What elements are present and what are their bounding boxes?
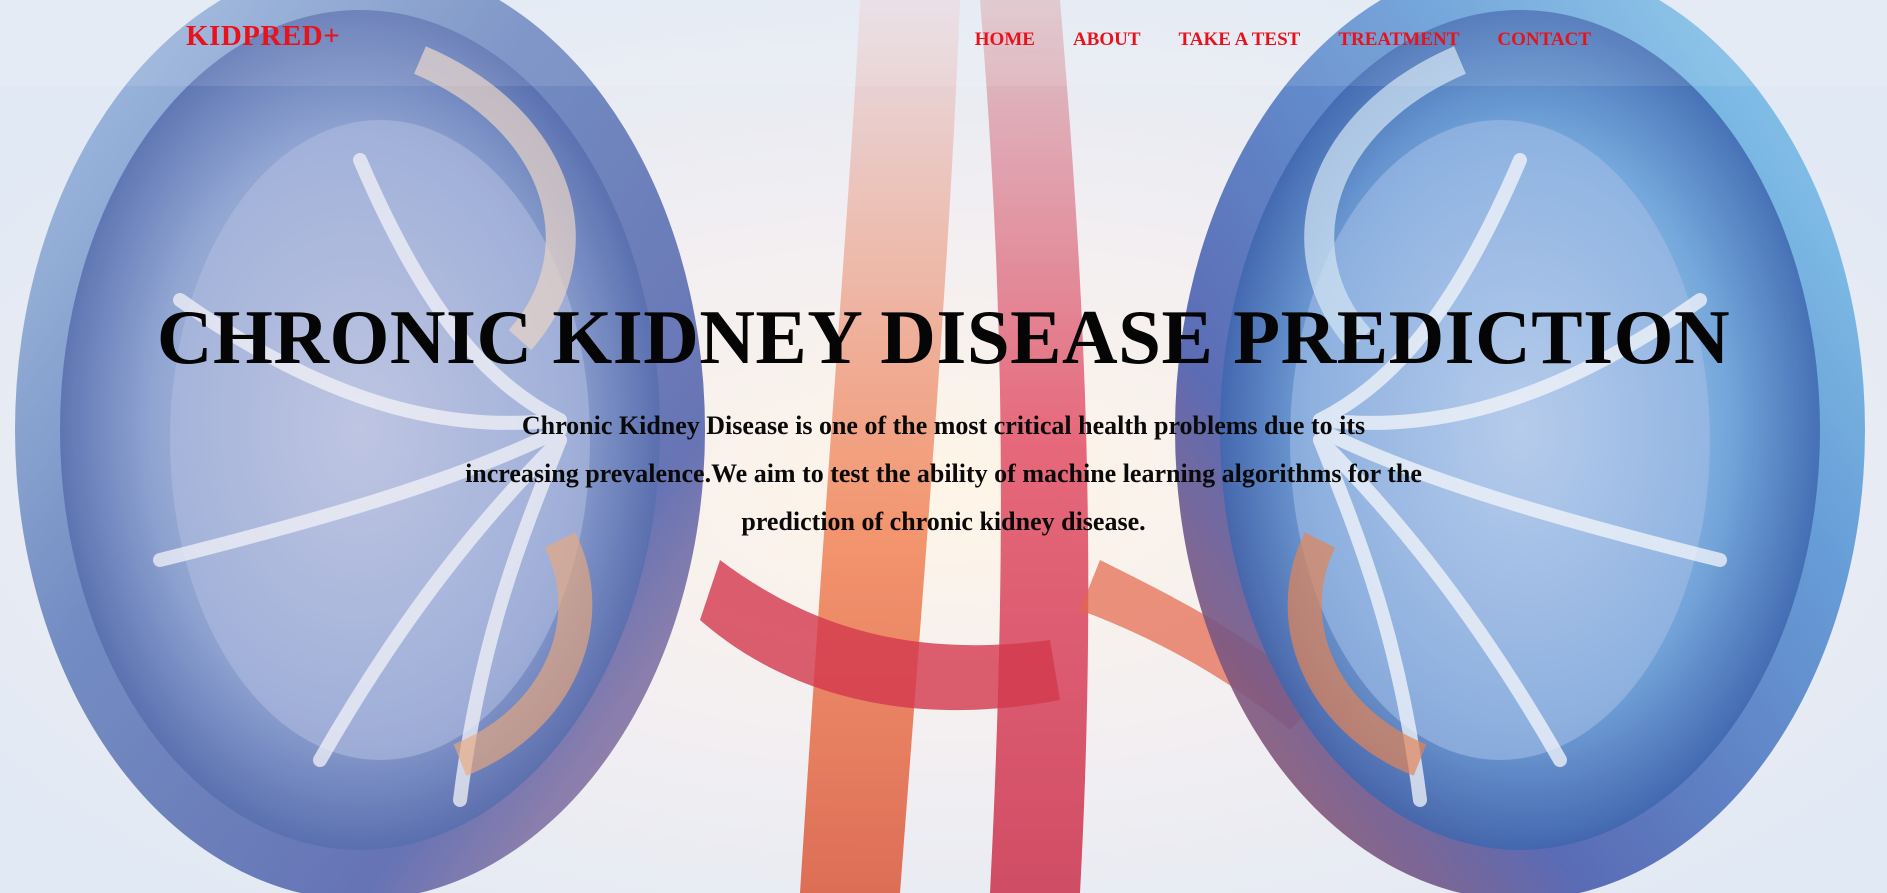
nav-links: HOME ABOUT TAKE A TEST TREATMENT CONTACT [975, 29, 1591, 51]
hero-description: Chronic Kidney Disease is one of the mos… [465, 411, 1422, 536]
page: KIDPRED+ HOME ABOUT TAKE A TEST TREATMEN… [0, 0, 1887, 893]
nav-link-about[interactable]: ABOUT [1073, 29, 1141, 51]
nav-link-treatment[interactable]: TREATMENT [1338, 29, 1459, 51]
hero-section: CHRONIC KIDNEY DISEASE PREDICTION Chroni… [0, 296, 1887, 546]
nav-link-take-a-test[interactable]: TAKE A TEST [1179, 29, 1301, 51]
nav-link-contact[interactable]: CONTACT [1497, 29, 1591, 51]
top-navbar: KIDPRED+ HOME ABOUT TAKE A TEST TREATMEN… [0, 0, 1887, 86]
brand-logo[interactable]: KIDPRED+ [186, 20, 340, 53]
nav-link-home[interactable]: HOME [975, 29, 1035, 51]
hero-title: CHRONIC KIDNEY DISEASE PREDICTION [156, 294, 1731, 380]
